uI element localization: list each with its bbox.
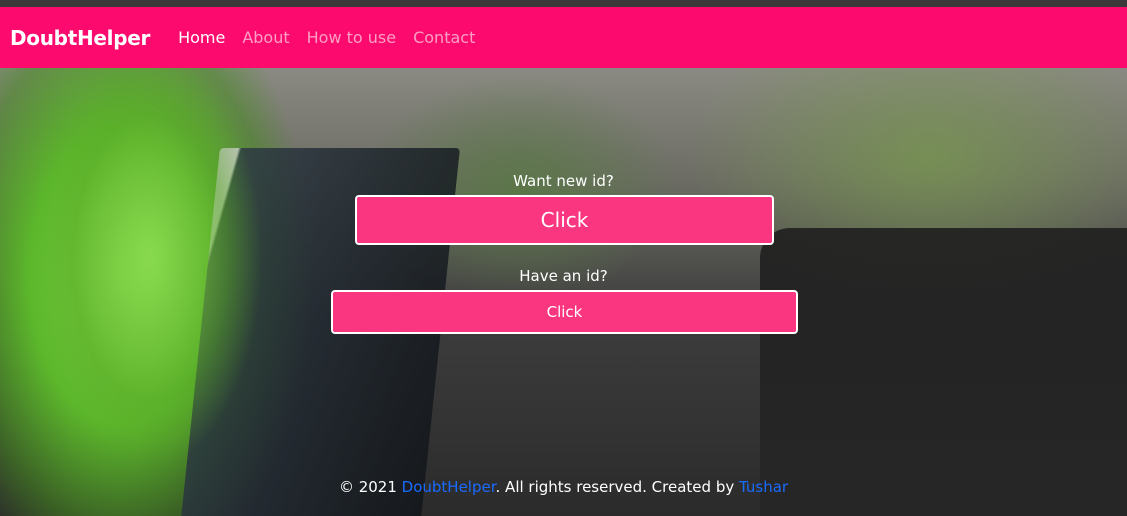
new-id-label: Want new id?: [513, 172, 614, 190]
footer-copyright: © 2021: [338, 478, 402, 496]
have-id-button[interactable]: Click: [331, 290, 798, 334]
background-leaf: [0, 68, 340, 516]
window-top-strip: [0, 0, 1127, 7]
navbar: DoubtHelper Home About How to use Contac…: [0, 7, 1127, 68]
new-id-button[interactable]: Click: [355, 195, 774, 245]
nav-links: Home About How to use Contact: [178, 28, 492, 47]
nav-link-home[interactable]: Home: [178, 28, 225, 47]
footer: © 2021 DoubtHelper. All rights reserved.…: [0, 478, 1127, 496]
nav-link-about[interactable]: About: [242, 28, 289, 47]
footer-author-link[interactable]: Tushar: [739, 478, 788, 496]
brand-logo[interactable]: DoubtHelper: [10, 26, 150, 50]
nav-link-how-to-use[interactable]: How to use: [307, 28, 396, 47]
hero-background: Want new id? Click Have an id? Click © 2…: [0, 68, 1127, 516]
footer-rights-text: . All rights reserved. Created by: [495, 478, 739, 496]
footer-brand-link[interactable]: DoubtHelper: [402, 478, 496, 496]
have-id-label: Have an id?: [519, 267, 608, 285]
nav-link-contact[interactable]: Contact: [413, 28, 475, 47]
